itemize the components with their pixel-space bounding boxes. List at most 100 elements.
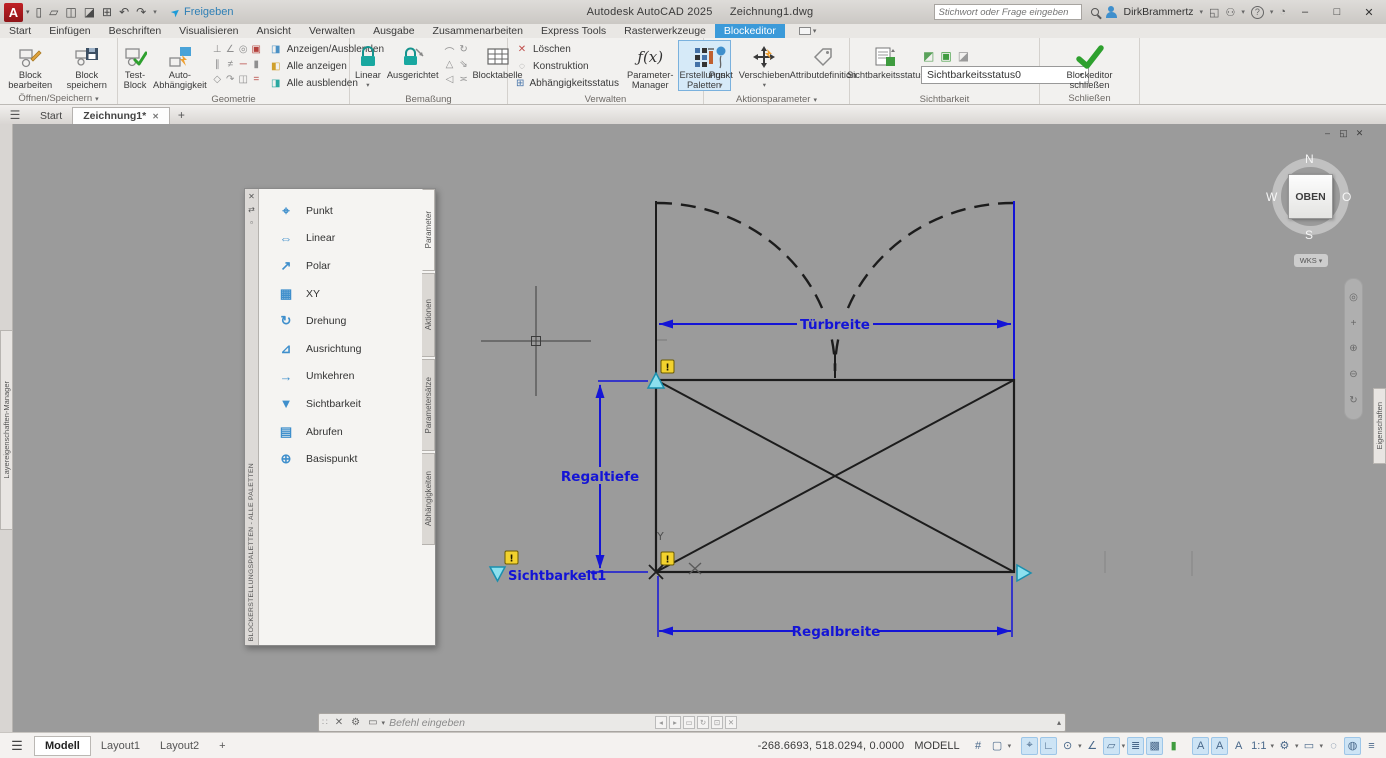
dim-icon[interactable]: ≍ <box>459 74 467 89</box>
block-speichern-button[interactable]: Block speichern <box>60 40 115 91</box>
user-menu-caret-icon[interactable]: ▾ <box>1200 8 1204 16</box>
window-close-button[interactable]: ✕ <box>1356 1 1382 23</box>
community-caret-icon[interactable]: ▾ <box>1241 8 1245 16</box>
sichtbarkeitsstatus-button[interactable]: Sichtbarkeitsstatus <box>853 40 919 81</box>
palette-item-sichtbarkeit[interactable]: ▼Sichtbarkeit <box>259 390 422 418</box>
ribbon-tab-beschriften[interactable]: Beschriften <box>100 24 171 38</box>
palette-item-drehung[interactable]: ↻Drehung <box>259 307 422 335</box>
otrack-caret-icon[interactable]: ▾ <box>1122 742 1126 750</box>
command-prompt[interactable]: Befehl eingeben <box>389 717 465 729</box>
model-space-indicator[interactable]: MODELL <box>914 740 959 752</box>
redo-icon[interactable]: ↷ <box>136 5 146 19</box>
wcs-menu[interactable]: WKS▾ <box>1294 254 1328 267</box>
help-icon[interactable]: ? <box>1251 6 1264 19</box>
layer-properties-manager-tab[interactable]: Layereigenschaften-Manager <box>0 330 13 530</box>
konstruktion-button[interactable]: ◌Konstruktion <box>511 58 623 75</box>
panel-label-verwalten[interactable]: Verwalten <box>508 94 703 105</box>
constraint-icon[interactable]: ↷ <box>226 74 234 89</box>
zoom-out-icon[interactable]: ⊖ <box>1349 369 1357 380</box>
grid-display-icon[interactable]: # <box>970 737 987 755</box>
punkt-parameter-button[interactable]: Punkt ▾ <box>707 40 735 92</box>
layout-tab-modell[interactable]: Modell <box>34 736 91 756</box>
commandline-tools-icon[interactable]: ⚙ <box>347 717 364 728</box>
layout-tab-layout1[interactable]: Layout1 <box>91 737 150 755</box>
polar-caret-icon[interactable]: ▾ <box>1078 742 1082 750</box>
palette-close-icon[interactable]: ✕ <box>248 192 255 205</box>
dim-icon[interactable]: △ <box>446 59 454 74</box>
ribbon-tab-express-tools[interactable]: Express Tools <box>532 24 615 38</box>
annotation-visibility-icon[interactable]: A <box>1192 737 1209 755</box>
viewcube-top-face[interactable]: OBEN <box>1288 174 1333 219</box>
dwg-restore-icon[interactable]: ◱ <box>1338 128 1349 139</box>
linear-bemassung-button[interactable]: Linear ▾ <box>353 40 383 92</box>
ribbon-tab-rasterwerkzeuge[interactable]: Rasterwerkzeuge <box>615 24 715 38</box>
test-block-button[interactable]: Test-Block <box>121 40 149 91</box>
grid-small-icon[interactable]: ⊡ <box>711 716 723 729</box>
commandline-close-icon[interactable]: ✕ <box>331 717 347 728</box>
dwg-minimize-icon[interactable]: – <box>1322 128 1333 139</box>
save-as-icon[interactable]: ◪ <box>84 5 95 19</box>
transparency-icon[interactable]: ▩ <box>1146 737 1163 755</box>
window-maximize-button[interactable]: □ <box>1324 1 1350 23</box>
parameter-manager-button[interactable]: ƒ(x) Parameter-Manager <box>625 40 676 91</box>
ribbon-display-options[interactable]: ▾ <box>793 24 823 38</box>
user-avatar-icon[interactable] <box>1105 6 1118 19</box>
constraint-icon[interactable]: ◎ <box>239 44 248 59</box>
frame-icon[interactable]: ▭ <box>683 716 695 729</box>
dynamic-input-icon[interactable]: ⌖ <box>1021 737 1038 755</box>
ribbon-tab-ausgabe[interactable]: Ausgabe <box>364 24 423 38</box>
orbit-icon[interactable]: ↻ <box>1349 395 1357 406</box>
palette-tab-parameter[interactable]: Parameter <box>422 189 435 271</box>
palette-item-abrufen[interactable]: ▤Abrufen <box>259 418 422 446</box>
constraint-icon[interactable]: ◇ <box>213 74 221 89</box>
workspace-caret-icon[interactable]: ▾ <box>1295 742 1299 750</box>
recent-commands-caret-icon[interactable]: ▾ <box>382 719 386 727</box>
save-icon[interactable]: ◫ <box>65 5 76 19</box>
share-button[interactable]: ➤ Freigeben <box>171 6 234 19</box>
graphics-performance-icon[interactable]: ◍ <box>1344 737 1361 755</box>
palette-item-punkt[interactable]: ⌖Punkt <box>259 197 422 225</box>
attributdefinition-button[interactable]: Attributdefinition <box>794 40 852 81</box>
palette-tab-aktionen[interactable]: Aktionen <box>422 273 435 357</box>
palette-tab-parametersaetze[interactable]: Parametersätze <box>422 359 435 451</box>
palette-item-umkehren[interactable]: →Umkehren <box>259 363 422 391</box>
abhaengigkeitsstatus-button[interactable]: ⊞Abhängigkeitsstatus <box>511 75 623 92</box>
layout-menu-icon[interactable]: ☰ <box>0 738 34 754</box>
loop-icon[interactable]: ↻ <box>697 716 709 729</box>
signed-in-user[interactable]: DirkBrammertz <box>1124 6 1194 18</box>
commandline-grip[interactable]: ∷ <box>319 717 331 728</box>
new-layout-button[interactable]: + <box>209 737 235 755</box>
palette-item-xy[interactable]: ▦XY <box>259 280 422 308</box>
dim-icon[interactable]: ⌒ <box>445 44 455 59</box>
compass-west[interactable]: W <box>1266 190 1277 204</box>
layout-tab-layout2[interactable]: Layout2 <box>150 737 209 755</box>
snap-mode-icon[interactable]: ▢ <box>989 737 1006 755</box>
ortho-mode-icon[interactable]: ∟ <box>1040 737 1057 755</box>
object-snap-icon[interactable]: ≣ <box>1127 737 1144 755</box>
ribbon-tab-verwalten[interactable]: Verwalten <box>300 24 364 38</box>
verschieben-button[interactable]: Verschieben ▾ <box>737 40 792 92</box>
ribbon-tab-zusammenarbeiten[interactable]: Zusammenarbeiten <box>424 24 532 38</box>
compass-east[interactable]: O <box>1342 190 1351 204</box>
panel-label-geometrie[interactable]: Geometrie <box>118 94 349 105</box>
palette-tab-abhaengigkeiten[interactable]: Abhängigkeiten <box>422 453 435 545</box>
annotation-monitor-icon[interactable]: ▭ <box>1300 737 1317 755</box>
palette-autohide-icon[interactable]: ⇄ <box>248 205 255 218</box>
palette-item-polar[interactable]: ↗Polar <box>259 252 422 280</box>
constraint-icon[interactable]: ∠ <box>226 44 235 59</box>
constraint-icon[interactable]: ≠ <box>228 59 234 74</box>
autocad-logo-icon[interactable]: A <box>4 3 23 22</box>
annotation-autoscale-icon[interactable]: A <box>1211 737 1228 755</box>
panel-label-aktionsparameter[interactable]: Aktionsparameter▾ <box>704 94 849 105</box>
compass-south[interactable]: S <box>1305 228 1313 242</box>
object-snap-tracking-icon[interactable]: ▱ <box>1103 737 1120 755</box>
command-history-icon[interactable]: ▴ <box>1057 718 1061 727</box>
visibility-mode-icon[interactable]: ◪ <box>958 49 969 63</box>
block-editor-canvas[interactable] <box>0 124 1386 732</box>
file-tab-start[interactable]: Start <box>30 108 72 124</box>
make-visible-icon[interactable]: ◩ <box>923 49 934 63</box>
ribbon-tab-ansicht[interactable]: Ansicht <box>248 24 300 38</box>
plot-icon[interactable]: ⊞ <box>102 5 112 19</box>
constraint-icon[interactable]: ⊥ <box>213 44 222 59</box>
command-line[interactable]: ∷ ✕ ⚙ ▭ ▾ Befehl eingeben ◂ ▸ ▭ ↻ ⊡ ✕ ▴ <box>318 713 1066 732</box>
